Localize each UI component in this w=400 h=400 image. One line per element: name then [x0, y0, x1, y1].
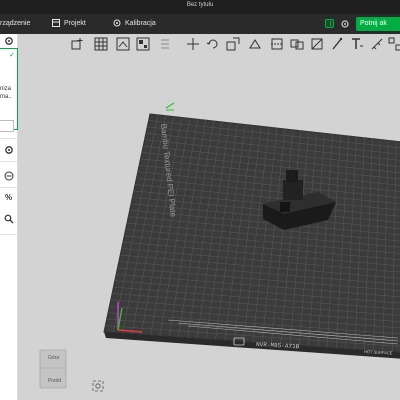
calibration-icon: [113, 19, 121, 27]
support-paint-icon[interactable]: [310, 37, 324, 51]
top-toolbar: [70, 36, 400, 54]
split-icon[interactable]: [158, 37, 172, 51]
measure-icon[interactable]: [370, 37, 384, 51]
search-icon[interactable]: [4, 214, 14, 224]
gear-icon[interactable]: [4, 36, 14, 46]
divider: [0, 234, 18, 235]
rotate-icon[interactable]: [206, 37, 220, 51]
zoom-fit-icon[interactable]: [92, 380, 104, 392]
project-icon: [52, 19, 60, 28]
title-bar: Bez tytułu: [0, 0, 400, 14]
lay-on-face-icon[interactable]: [248, 37, 262, 51]
move-icon[interactable]: [186, 37, 200, 51]
gear-icon[interactable]: [4, 145, 14, 155]
publish-icon[interactable]: [325, 19, 334, 28]
3d-viewport[interactable]: Bambu Textured PEI Plate NVR-M85-A71B HO…: [18, 34, 400, 400]
filament-card-text: niza ma..: [0, 86, 12, 100]
cut-icon[interactable]: [270, 37, 284, 51]
sidebar-input-box[interactable]: [0, 120, 14, 132]
orient-icon[interactable]: [116, 37, 130, 51]
text-tool-icon[interactable]: [350, 37, 364, 51]
view-cube-front-label[interactable]: Przód: [48, 378, 61, 384]
menu-bar: rządzenie Projekt Kalibracja Potnij ak: [0, 14, 400, 34]
tab-calibration-label: Kalibracja: [125, 20, 156, 27]
tab-device[interactable]: rządzenie: [0, 18, 30, 30]
tab-calibration[interactable]: Kalibracja: [113, 18, 156, 30]
divider: [0, 138, 18, 139]
scale-icon[interactable]: [226, 37, 240, 51]
settings-icon[interactable]: [340, 19, 350, 29]
seam-paint-icon[interactable]: [330, 37, 344, 51]
assembly-icon[interactable]: [388, 37, 400, 51]
arrange-icon[interactable]: [136, 37, 150, 51]
minus-circle-icon[interactable]: [4, 171, 14, 181]
edit-icon: [165, 102, 175, 111]
divider: [0, 187, 18, 188]
view-cube-top-label[interactable]: Góra: [48, 355, 59, 361]
tab-project[interactable]: Projekt: [52, 18, 86, 30]
check-icon: ✓: [9, 52, 15, 59]
tab-device-label: rządzenie: [0, 20, 31, 27]
tab-project-label: Projekt: [64, 20, 86, 27]
percent-icon[interactable]: %: [5, 193, 12, 202]
scene-canvas: Bambu Textured PEI Plate NVR-M85-A71B HO…: [103, 102, 400, 359]
add-object-icon[interactable]: [70, 37, 84, 51]
window-title: Bez tytułu: [186, 2, 214, 8]
left-sidebar: ✓ niza ma.. %: [0, 34, 18, 400]
boolean-icon[interactable]: [290, 37, 304, 51]
slice-button[interactable]: Potnij ak: [356, 17, 400, 31]
filament-card[interactable]: ✓ niza ma..: [0, 48, 18, 130]
grid-icon[interactable]: [94, 37, 108, 51]
divider: [0, 161, 18, 162]
